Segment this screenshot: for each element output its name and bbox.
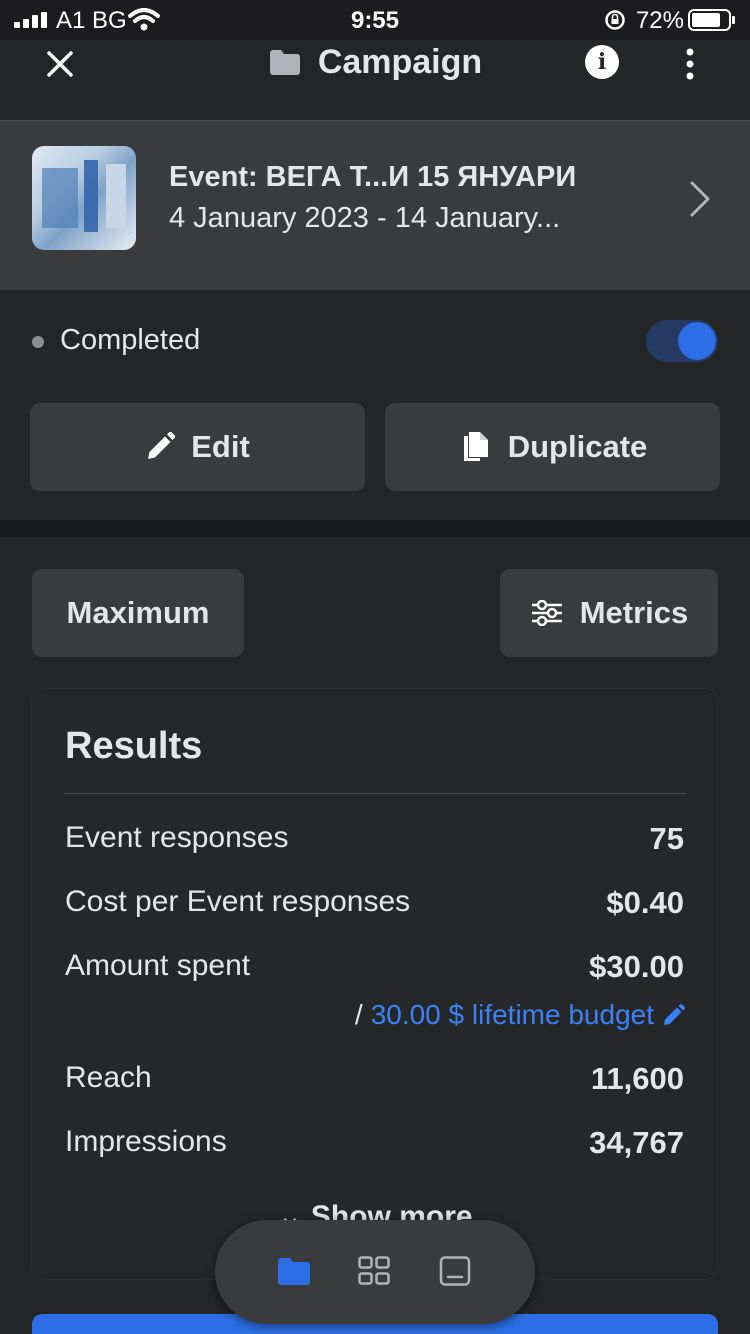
- status-label: Completed: [60, 324, 201, 356]
- folder-icon: [269, 50, 300, 75]
- metric-value-reach: 11,600: [590, 1061, 684, 1096]
- folder-icon[interactable]: [277, 1256, 311, 1286]
- metric-value-amount-spent: $30.00: [589, 949, 684, 984]
- event-dates: 4 January 2023 - 14 January...: [169, 202, 561, 234]
- info-icon[interactable]: i: [585, 45, 619, 79]
- metric-value-cost-per-response: $0.40: [606, 885, 684, 920]
- metric-label-event-responses: Event responses: [65, 821, 289, 854]
- metrics-button[interactable]: Metrics: [500, 569, 718, 657]
- edit-label: Edit: [191, 429, 250, 464]
- page-title-group: Campaign: [0, 40, 750, 84]
- event-card[interactable]: Event: ВЕГА Т...И 15 ЯНУАРИ 4 January 20…: [0, 120, 750, 290]
- toggle-knob: [678, 322, 716, 360]
- results-divider: [64, 793, 686, 794]
- status-bar: A1 BG 9:55 72%: [0, 0, 750, 40]
- budget-line[interactable]: / 30.00 $ lifetime budget: [355, 999, 686, 1031]
- bottom-navigation: [215, 1220, 535, 1324]
- metric-value-impressions: 34,767: [589, 1125, 684, 1160]
- grid-icon[interactable]: [358, 1256, 390, 1286]
- metric-value-event-responses: 75: [649, 821, 684, 856]
- metric-label-cost-per-response: Cost per Event responses: [65, 885, 411, 918]
- tablet-icon[interactable]: [439, 1256, 471, 1286]
- duplicate-button[interactable]: Duplicate: [385, 403, 720, 491]
- status-dot-icon: [32, 336, 44, 348]
- pencil-icon: [148, 432, 176, 459]
- duplicate-icon: [463, 432, 488, 461]
- metric-label-amount-spent: Amount spent: [65, 949, 251, 982]
- metrics-section: Maximum Metrics Results Event responses …: [0, 537, 750, 1334]
- results-card: Results Event responses 75 Cost per Even…: [32, 689, 718, 1279]
- sliders-icon: [531, 600, 562, 626]
- metric-label-reach: Reach: [65, 1061, 152, 1094]
- pencil-icon[interactable]: [662, 1003, 686, 1027]
- rotation-lock-icon: [605, 10, 625, 30]
- edit-button[interactable]: Edit: [30, 403, 365, 491]
- duplicate-label: Duplicate: [507, 429, 648, 464]
- battery-icon: [688, 9, 735, 31]
- top-bar: Campaign i: [0, 40, 750, 120]
- campaign-toggle[interactable]: [646, 320, 718, 362]
- metric-label-impressions: Impressions: [65, 1125, 227, 1158]
- status-section: Completed Edit Duplicate: [0, 290, 750, 520]
- maximum-label: Maximum: [66, 595, 210, 630]
- metrics-label: Metrics: [579, 595, 689, 630]
- more-vertical-icon[interactable]: [676, 44, 704, 84]
- budget-slash: /: [354, 999, 363, 1030]
- section-divider: [0, 520, 750, 537]
- event-thumbnail: [32, 146, 136, 250]
- maximum-button[interactable]: Maximum: [32, 569, 244, 657]
- lifetime-budget-link[interactable]: 30.00 $ lifetime budget: [371, 999, 654, 1031]
- event-title: Event: ВЕГА Т...И 15 ЯНУАРИ: [169, 161, 577, 193]
- page-title: Campaign: [317, 42, 483, 81]
- battery-percent: 72%: [635, 7, 684, 34]
- chevron-right-icon[interactable]: [688, 180, 712, 218]
- results-title: Results: [65, 725, 203, 767]
